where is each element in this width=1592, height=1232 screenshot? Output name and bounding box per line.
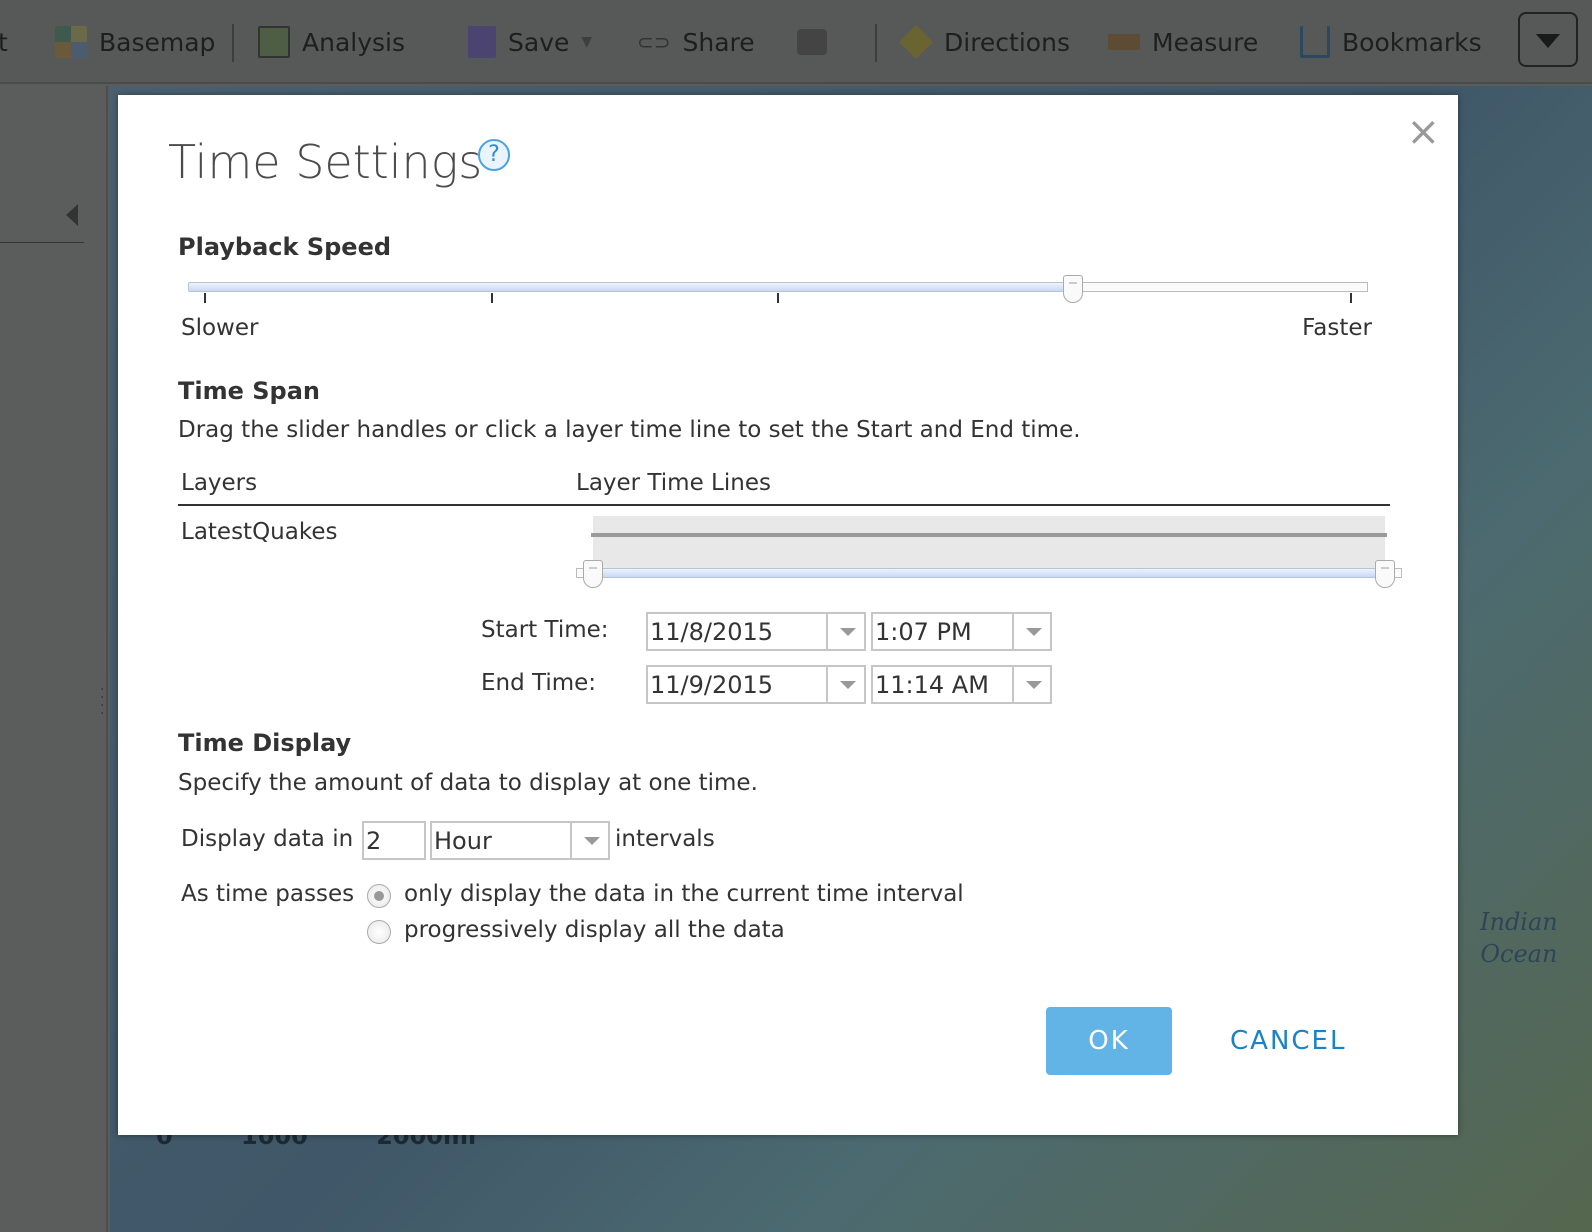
- layer-name: LatestQuakes: [181, 519, 338, 545]
- intervals-label: intervals: [615, 826, 715, 852]
- time-span-heading: Time Span: [178, 377, 320, 405]
- interval-value-input[interactable]: 2: [362, 821, 426, 860]
- display-data-in-label: Display data in: [181, 826, 354, 852]
- progressive-option-label[interactable]: progressively display all the data: [404, 917, 785, 943]
- start-time-select[interactable]: 1:07 PM: [871, 612, 1052, 651]
- time-display-description: Specify the amount of data to display at…: [178, 770, 758, 796]
- start-time-handle[interactable]: [583, 560, 603, 588]
- panel-divider: [0, 242, 84, 243]
- slower-label: Slower: [181, 315, 259, 341]
- time-display-heading: Time Display: [178, 729, 352, 757]
- dialog-title: Time Settings: [168, 135, 483, 189]
- playback-speed-heading: Playback Speed: [178, 233, 392, 261]
- ok-button[interactable]: OK: [1046, 1007, 1172, 1075]
- start-date-select[interactable]: 11/8/2015: [646, 612, 866, 651]
- chevron-down-icon[interactable]: [826, 614, 864, 649]
- ruler-icon: [1108, 34, 1140, 50]
- layers-column-header: Layers: [181, 470, 258, 496]
- save-button[interactable]: Save ▼: [468, 22, 592, 62]
- resize-handle-icon[interactable]: · · · ·: [100, 683, 104, 721]
- end-time-handle[interactable]: [1375, 560, 1395, 588]
- side-panel: · · · ·: [0, 86, 108, 1232]
- directions-sign-icon: [899, 25, 933, 59]
- current-interval-option-label[interactable]: only display the data in the current tim…: [404, 881, 964, 907]
- layer-time-line[interactable]: [591, 533, 1387, 537]
- share-button[interactable]: ⊂⊃ Share: [637, 22, 755, 62]
- end-time-label: End Time:: [481, 670, 597, 696]
- toolbar-overflow-button[interactable]: [1518, 12, 1578, 67]
- slider-tick: [490, 293, 493, 303]
- slider-tick: [777, 293, 779, 303]
- basemap-grid-icon: [55, 26, 87, 58]
- faster-label: Faster: [1302, 315, 1372, 341]
- interval-unit-select[interactable]: Hour: [430, 821, 610, 860]
- time-settings-dialog: × Time Settings ? Playback Speed Slower …: [118, 95, 1458, 1135]
- chevron-down-icon[interactable]: [570, 823, 608, 858]
- end-date-select[interactable]: 11/9/2015: [646, 665, 866, 704]
- header-divider: [178, 504, 1390, 506]
- toolbar-divider: [232, 24, 234, 62]
- chevron-down-icon: ▼: [581, 34, 593, 50]
- slider-filled-track: [188, 282, 1073, 292]
- bookmarks-button[interactable]: Bookmarks: [1300, 22, 1482, 62]
- floppy-disk-icon: [468, 26, 496, 58]
- slider-tick: [204, 293, 206, 303]
- map-ocean-label: Indian Ocean: [1480, 908, 1558, 968]
- end-time-select[interactable]: 11:14 AM: [871, 665, 1052, 704]
- measure-button[interactable]: Measure: [1108, 22, 1258, 62]
- printer-icon: [797, 29, 827, 55]
- chevron-down-icon[interactable]: [826, 667, 864, 702]
- progressive-radio[interactable]: [367, 920, 391, 944]
- print-button[interactable]: [797, 22, 827, 62]
- analysis-button[interactable]: Analysis: [258, 22, 405, 62]
- current-interval-radio[interactable]: [367, 884, 391, 908]
- toolbar-item-truncated[interactable]: t: [0, 22, 8, 62]
- slider-track: [1073, 282, 1368, 292]
- link-chain-icon: ⊂⊃: [637, 30, 671, 54]
- time-span-description: Drag the slider handles or click a layer…: [178, 417, 1081, 443]
- collapse-panel-icon[interactable]: [66, 204, 78, 226]
- as-time-passes-label: As time passes: [181, 881, 355, 907]
- basemap-button[interactable]: Basemap: [55, 22, 215, 62]
- close-icon[interactable]: ×: [1406, 109, 1440, 155]
- main-toolbar: t Basemap Analysis Save ▼ ⊂⊃ Share Directi…: [0, 0, 1592, 84]
- time-span-range: [593, 568, 1385, 578]
- bookmark-book-icon: [1300, 26, 1330, 58]
- chevron-down-icon[interactable]: [1012, 614, 1050, 649]
- time-lines-column-header: Layer Time Lines: [576, 470, 771, 496]
- cancel-button[interactable]: CANCEL: [1230, 1007, 1346, 1075]
- slider-handle[interactable]: [1063, 275, 1083, 303]
- slider-tick: [1350, 293, 1352, 303]
- help-icon[interactable]: ?: [478, 139, 510, 171]
- chevron-down-icon[interactable]: [1012, 667, 1050, 702]
- toolbar-divider: [875, 24, 877, 62]
- directions-button[interactable]: Directions: [899, 22, 1070, 62]
- start-time-label: Start Time:: [481, 617, 609, 643]
- analysis-map-icon: [258, 26, 290, 58]
